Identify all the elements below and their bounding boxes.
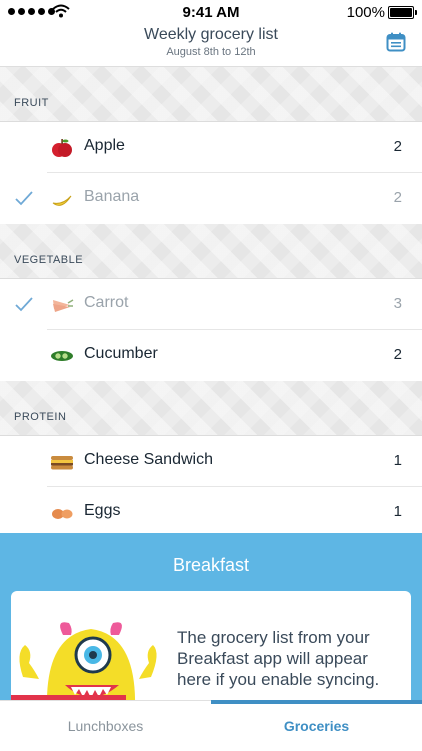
carrot-icon [53,299,74,312]
item-quantity: 2 [393,189,402,206]
promo-message: The grocery list from your Breakfast app… [177,628,380,689]
tab-groceries[interactable]: Groceries [211,700,422,751]
list-item-cheese-sandwich[interactable]: Cheese Sandwich 1 [0,436,422,487]
tab-label: Lunchboxes [67,718,144,734]
list-item-apple[interactable]: Apple 2 [0,122,422,173]
item-name: Banana [84,188,140,205]
calendar-icon[interactable] [386,32,406,52]
section-header-vegetable: VEGETABLE [0,224,422,279]
monster-mascot-icon [19,622,157,700]
active-tab-indicator [211,700,422,704]
apple-icon [52,139,72,157]
checkmark-icon [15,191,33,206]
tab-bar: Lunchboxes Groceries [0,700,422,751]
banana-icon [52,195,72,206]
list-item-eggs[interactable]: Eggs 1 [0,487,422,533]
checkmark-icon [15,297,33,312]
item-name: Cheese Sandwich [84,451,213,468]
list-item-banana[interactable]: Banana 2 [0,173,422,224]
promo-card: The grocery list from your Breakfast app… [11,591,411,700]
item-quantity: 1 [393,452,402,469]
cucumber-icon [51,351,73,361]
tab-label: Groceries [283,718,350,734]
promo-title: Breakfast [172,555,250,575]
page-subtitle: August 8th to 12th [166,46,256,58]
tab-lunchboxes[interactable]: Lunchboxes [0,701,211,751]
nav-header: Weekly grocery list August 8th to 12th [0,24,422,67]
status-bar: 9:41 AM 100% [0,0,422,24]
sandwich-icon [51,456,73,470]
item-quantity: 2 [393,138,402,155]
battery-icon [388,6,417,19]
item-quantity: 3 [393,295,402,312]
eggs-icon [52,509,73,519]
section-label: PROTEIN [14,411,67,423]
item-quantity: 1 [393,503,402,520]
section-label: VEGETABLE [14,254,84,266]
breakfast-promo: Breakfast The grocery list from your Bre… [0,533,422,700]
page-title: Weekly grocery list [144,26,278,43]
item-name: Apple [84,137,125,154]
section-label: FRUIT [14,97,49,109]
item-name: Eggs [84,502,121,519]
battery-percent: 100% [346,4,385,21]
grocery-list[interactable]: FRUIT Apple 2 Banana 2 VEGETABLE Carrot … [0,67,422,533]
list-item-carrot[interactable]: Carrot 3 [0,279,422,330]
item-quantity: 2 [393,346,402,363]
item-name: Carrot [84,294,129,311]
section-header-fruit: FRUIT [0,67,422,122]
item-name: Cucumber [84,345,158,362]
list-item-cucumber[interactable]: Cucumber 2 [0,330,422,381]
section-header-protein: PROTEIN [0,381,422,436]
